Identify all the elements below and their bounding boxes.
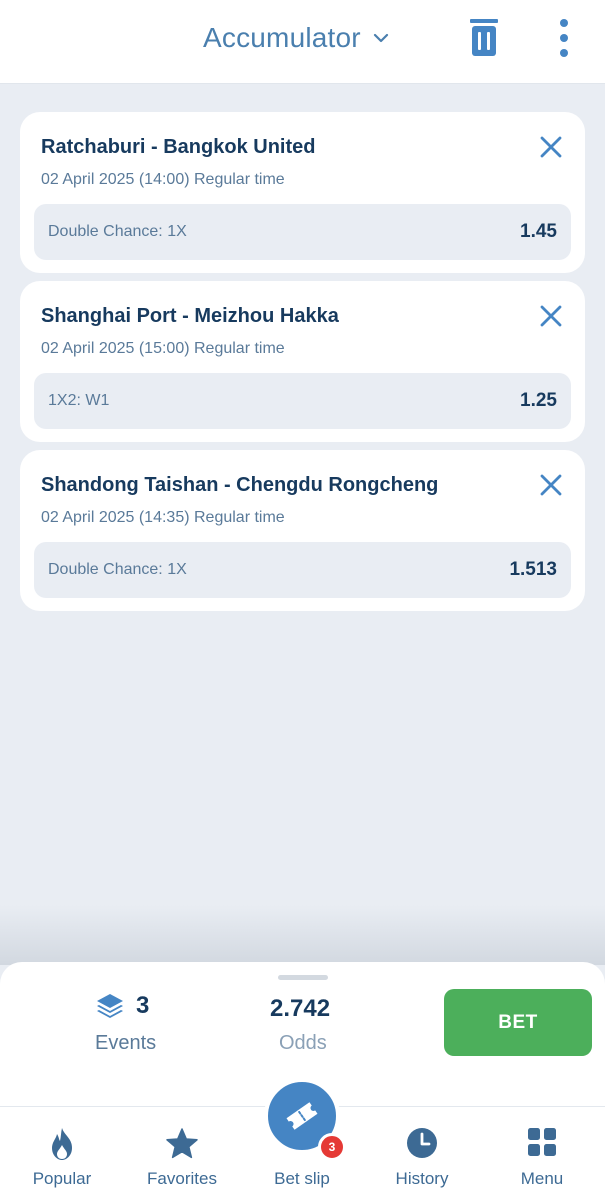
panel-shadow — [0, 905, 605, 965]
bet-card: Shanghai Port - Meizhou Hakka 02 April 2… — [20, 281, 585, 442]
market-name: Double Chance: 1X — [48, 561, 187, 578]
events-count: 3 — [96, 992, 149, 1020]
close-icon[interactable] — [538, 472, 564, 498]
market-name: Double Chance: 1X — [48, 223, 187, 240]
market-odds: 1.513 — [509, 559, 557, 580]
close-icon[interactable] — [538, 303, 564, 329]
top-bar: Accumulator — [0, 0, 605, 84]
match-time: 02 April 2025 (14:35) Regular time — [41, 509, 285, 526]
match-name: Ratchaburi - Bangkok United — [41, 136, 316, 158]
nav-item-favorites[interactable]: Favorites — [122, 1107, 242, 1200]
match-time: 02 April 2025 (14:00) Regular time — [41, 171, 285, 188]
market-row[interactable]: Double Chance: 1X 1.45 — [34, 204, 571, 260]
ticket-icon — [286, 1102, 318, 1130]
match-name: Shanghai Port - Meizhou Hakka — [41, 305, 339, 327]
bet-card: Ratchaburi - Bangkok United 02 April 202… — [20, 112, 585, 273]
drag-handle[interactable] — [278, 975, 328, 980]
grid-icon — [527, 1127, 557, 1162]
odds-label: Odds — [279, 1032, 327, 1054]
nav-item-popular[interactable]: Popular — [2, 1107, 122, 1200]
nav-label: Favorites — [147, 1169, 217, 1188]
match-time: 02 April 2025 (15:00) Regular time — [41, 340, 285, 357]
star-icon — [165, 1127, 199, 1166]
total-odds: 2.742 — [270, 995, 331, 1022]
flame-icon — [47, 1127, 77, 1166]
more-vertical-icon[interactable] — [552, 18, 576, 60]
events-count-value: 3 — [136, 992, 150, 1019]
close-icon[interactable] — [538, 134, 564, 160]
market-name: 1X2: W1 — [48, 392, 110, 409]
nav-label: Bet slip — [274, 1169, 330, 1188]
nav-label: Menu — [520, 1169, 564, 1188]
trash-icon[interactable] — [468, 18, 500, 58]
layers-icon — [97, 994, 123, 1018]
events-label: Events — [95, 1032, 157, 1054]
market-row[interactable]: 1X2: W1 1.25 — [34, 373, 571, 429]
market-odds: 1.45 — [520, 221, 557, 242]
betslip-count-badge: 3 — [318, 1133, 346, 1161]
bet-button[interactable]: BET — [444, 989, 592, 1056]
nav-label: History — [395, 1169, 449, 1188]
bet-card: Shandong Taishan - Chengdu Rongcheng 02 … — [20, 450, 585, 611]
nav-item-history[interactable]: History — [362, 1107, 482, 1200]
nav-item-menu[interactable]: Menu — [482, 1107, 602, 1200]
match-name: Shandong Taishan - Chengdu Rongcheng — [41, 474, 439, 496]
market-row[interactable]: Double Chance: 1X 1.513 — [34, 542, 571, 598]
bet-type-selector[interactable]: Accumulator — [203, 22, 391, 54]
market-odds: 1.25 — [520, 390, 557, 411]
page-title: Accumulator — [203, 22, 361, 53]
bet-list: Ratchaburi - Bangkok United 02 April 202… — [20, 112, 585, 619]
clock-icon — [406, 1127, 438, 1164]
nav-label: Popular — [32, 1169, 92, 1188]
chevron-down-icon — [371, 28, 391, 48]
